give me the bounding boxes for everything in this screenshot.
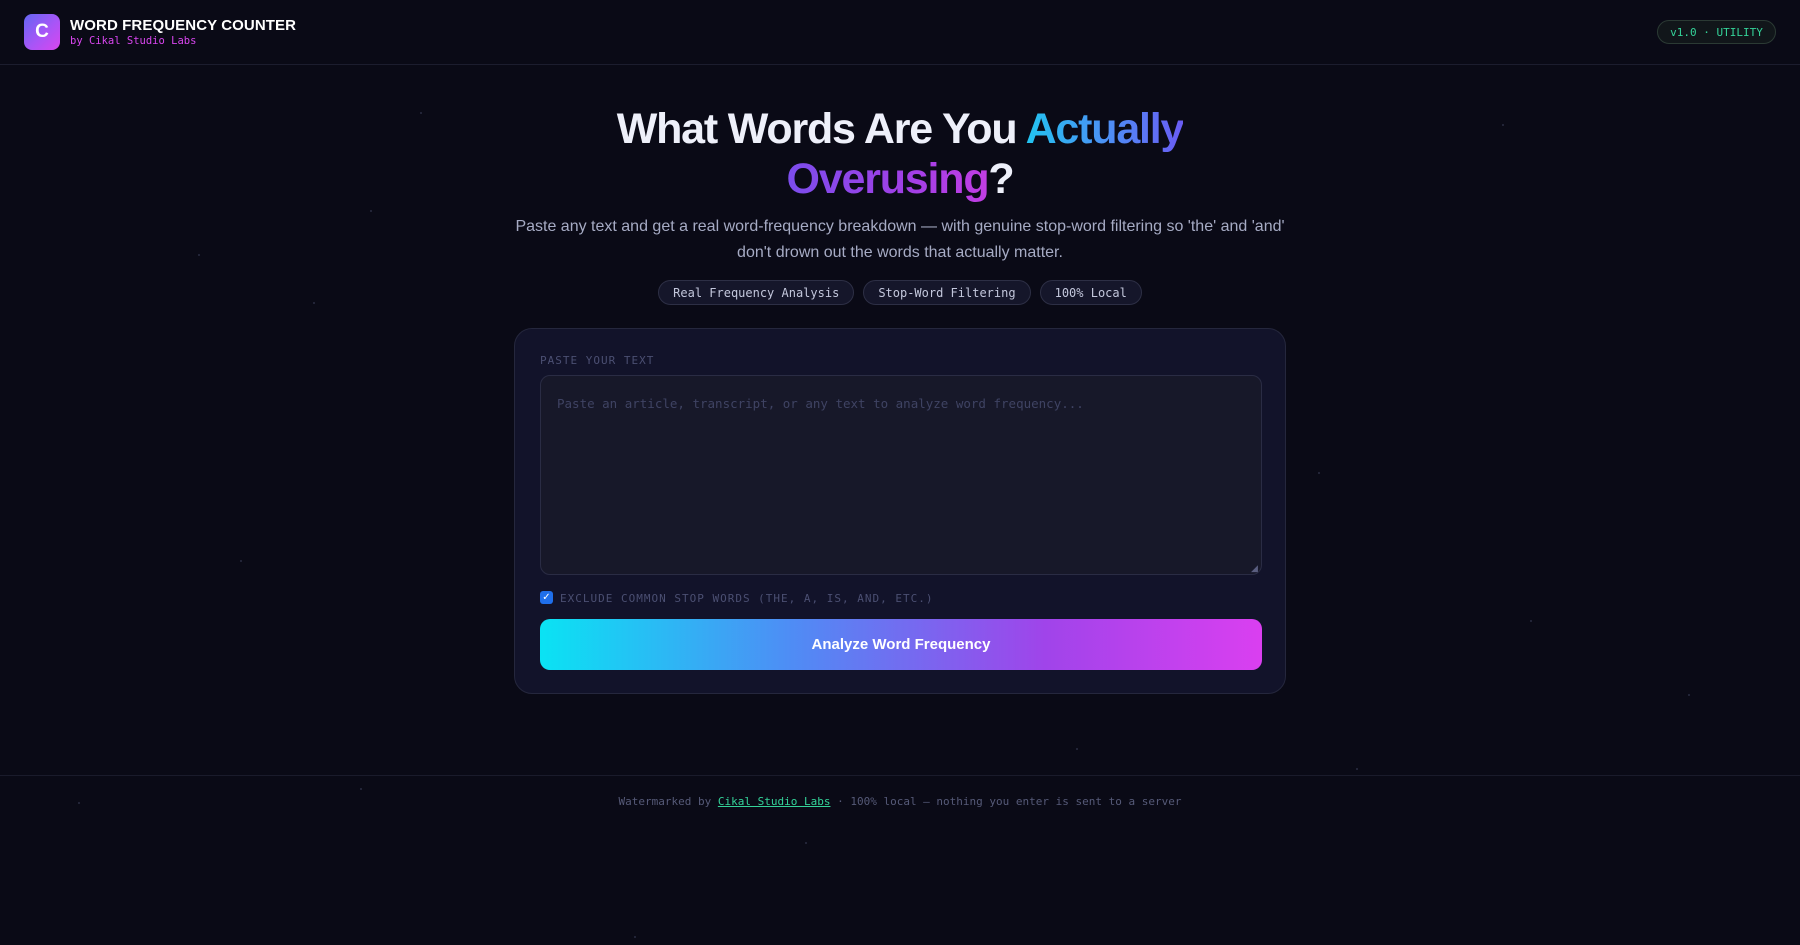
chip-100-local: 100% Local — [1039, 280, 1142, 305]
app-title: WORD FREQUENCY COUNTER — [70, 17, 297, 34]
footer: Watermarked by Cikal Studio Labs · 100% … — [0, 795, 1800, 808]
text-input[interactable] — [540, 375, 1262, 575]
feature-chips: Real Frequency Analysis Stop-Word Filter… — [0, 280, 1800, 305]
check-icon: ✓ — [542, 592, 551, 603]
exclude-stop-words-checkbox[interactable]: ✓ — [540, 591, 553, 604]
version-badge: v1.0 · UTILITY — [1657, 20, 1776, 44]
hero-title: What Words Are You Actually Overusing? — [0, 104, 1800, 204]
hero-description: Paste any text and get a real word-frequ… — [515, 218, 1285, 261]
exclude-stop-words-label[interactable]: EXCLUDE COMMON STOP WORDS (THE, A, IS, A… — [560, 592, 934, 605]
text-input-label: PASTE YOUR TEXT — [540, 354, 655, 367]
footer-suffix: · 100% local — nothing you enter is sent… — [830, 795, 1182, 808]
app-header: C WORD FREQUENCY COUNTER by Cikal Studio… — [0, 0, 1800, 65]
chip-stop-word-filtering: Stop-Word Filtering — [863, 280, 1031, 305]
footer-divider — [0, 775, 1800, 776]
footer-studio-link[interactable]: Cikal Studio Labs — [718, 795, 831, 808]
input-card: PASTE YOUR TEXT ◢ ✓ EXCLUDE COMMON STOP … — [514, 328, 1286, 694]
chip-real-frequency-analysis: Real Frequency Analysis — [658, 280, 855, 305]
hero-title-highlight-overusing: Overusing — [786, 155, 990, 203]
hero-title-highlight-actually: Actually — [1025, 105, 1185, 153]
analyze-button[interactable]: Analyze Word Frequency — [540, 619, 1262, 670]
resize-grip-icon[interactable]: ◢ — [1251, 564, 1259, 573]
hero-title-question-mark: ? — [988, 155, 1014, 203]
c-logo-icon[interactable]: C — [24, 14, 60, 50]
footer-prefix: Watermarked by — [618, 795, 718, 808]
app-subtitle: by Cikal Studio Labs — [70, 35, 197, 47]
hero-title-text: What Words Are You — [616, 105, 1026, 153]
